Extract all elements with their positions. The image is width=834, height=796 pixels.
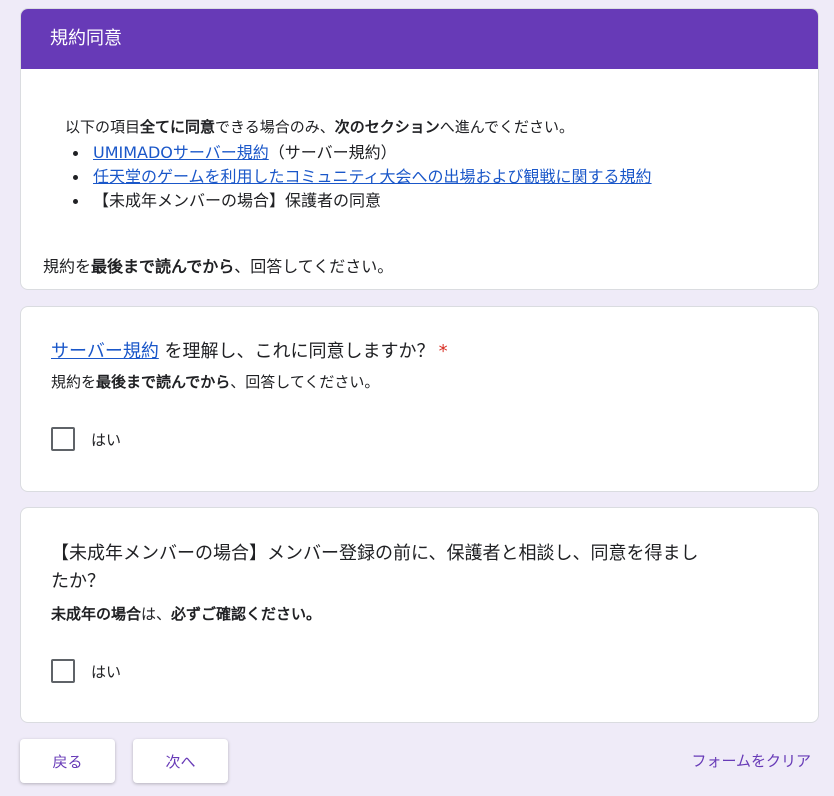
section-footnote: 規約を最後まで読んでから、回答してください。 bbox=[43, 253, 393, 277]
section-intro: 以下の項目全てに同意できる場合のみ、次のセクションへ進んでください。 bbox=[43, 116, 596, 137]
text: 規約を bbox=[43, 257, 92, 276]
clear-form-button[interactable]: フォームをクリア bbox=[691, 749, 811, 773]
required-asterisk: * bbox=[438, 341, 448, 362]
question-description: 規約を最後まで読んでから、回答してください。 bbox=[51, 371, 379, 392]
text: 以下の項目 bbox=[65, 118, 141, 136]
question-card-guardian-consent: 【未成年メンバーの場合】メンバー登録の前に、保護者と相談し、同意を得まし たか？… bbox=[20, 507, 819, 723]
text: へ進んでください。 bbox=[439, 118, 575, 136]
rule-suffix: （サーバー規約） bbox=[268, 143, 397, 162]
bold-text: 必ずご確認ください。 bbox=[171, 605, 322, 623]
bold-text: 最後まで読んでから bbox=[96, 373, 231, 391]
text: 、回答してください。 bbox=[230, 373, 380, 391]
section-title: 規約同意 bbox=[21, 9, 818, 69]
rules-list: UMIMADOサーバー規約（サーバー規約） 任天堂のゲームを利用したコミュニティ… bbox=[73, 141, 652, 213]
checkbox[interactable] bbox=[51, 427, 75, 451]
bold-text: 未成年の場合 bbox=[51, 605, 142, 623]
nintendo-tournament-rules-link[interactable]: 任天堂のゲームを利用したコミュニティ大会への出場および観戦に関する規約 bbox=[93, 167, 652, 186]
question-title: 【未成年メンバーの場合】メンバー登録の前に、保護者と相談し、同意を得まし たか？ bbox=[51, 540, 698, 596]
question-description: 未成年の場合は、必ずご確認ください。 bbox=[51, 603, 321, 624]
next-button[interactable]: 次へ bbox=[133, 739, 228, 783]
checkbox[interactable] bbox=[51, 659, 75, 683]
rule-item: 任天堂のゲームを利用したコミュニティ大会への出場および観戦に関する規約 bbox=[73, 165, 652, 189]
guardian-consent-item: 【未成年メンバーの場合】保護者の同意 bbox=[93, 191, 382, 210]
question-title-line: 【未成年メンバーの場合】メンバー登録の前に、保護者と相談し、同意を得まし bbox=[51, 543, 699, 564]
rule-item: UMIMADOサーバー規約（サーバー規約） bbox=[73, 141, 652, 165]
option-yes[interactable]: はい bbox=[51, 659, 121, 683]
bold-text: 次のセクション bbox=[334, 118, 440, 136]
option-label: はい bbox=[91, 430, 122, 449]
question-title-text: を理解し、これに同意しますか？ bbox=[158, 341, 435, 362]
server-rules-question-link[interactable]: サーバー規約 bbox=[51, 341, 159, 362]
server-rules-link[interactable]: UMIMADOサーバー規約 bbox=[93, 143, 269, 162]
text: 規約を bbox=[51, 373, 97, 391]
text: できる場合のみ、 bbox=[215, 118, 335, 136]
text: 、回答してください。 bbox=[234, 257, 394, 276]
back-button[interactable]: 戻る bbox=[20, 739, 115, 783]
question-card-server-rules: サーバー規約 を理解し、これに同意しますか？ * 規約を最後まで読んでから、回答し… bbox=[20, 306, 819, 492]
option-label: はい bbox=[91, 662, 122, 681]
bold-text: 最後まで読んでから bbox=[91, 257, 235, 276]
rule-item: 【未成年メンバーの場合】保護者の同意 bbox=[73, 189, 652, 213]
bold-text: 全てに同意 bbox=[140, 118, 216, 136]
text: は、 bbox=[141, 605, 172, 623]
question-title-line: たか？ bbox=[51, 571, 105, 592]
question-title: サーバー規約 を理解し、これに同意しますか？ * bbox=[51, 338, 448, 366]
option-yes[interactable]: はい bbox=[51, 427, 121, 451]
section-card: 規約同意 以下の項目全てに同意できる場合のみ、次のセクションへ進んでください。 … bbox=[20, 8, 819, 290]
